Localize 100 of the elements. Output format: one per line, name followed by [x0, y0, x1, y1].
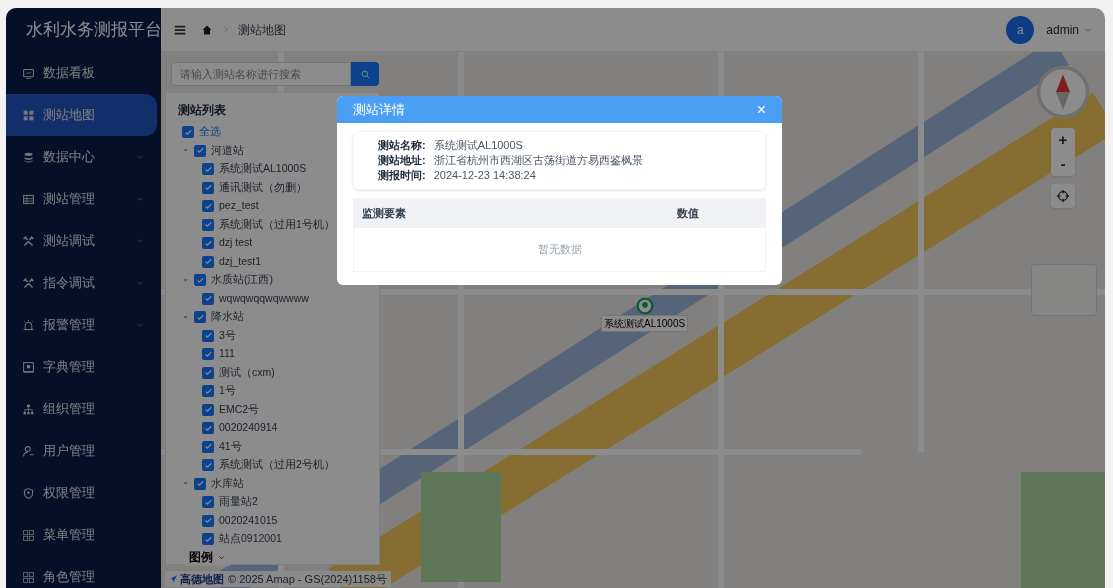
- database-icon: [22, 150, 35, 164]
- shield-icon: [22, 486, 35, 500]
- grid-icon: [22, 570, 35, 584]
- checkbox[interactable]: [202, 459, 214, 472]
- tree-item[interactable]: dzj test: [219, 235, 253, 252]
- sidebar-item[interactable]: 测站地图: [6, 94, 157, 136]
- book-icon: [22, 360, 35, 374]
- field-label: 测报时间:: [378, 168, 426, 183]
- user-avatar: a: [1006, 15, 1035, 44]
- checkbox[interactable]: [202, 292, 214, 305]
- tools-icon: [22, 234, 35, 248]
- tree-item[interactable]: 111: [219, 346, 235, 363]
- zoom-out-button[interactable]: -: [1051, 152, 1075, 176]
- map-marker-icon: [635, 297, 654, 315]
- tree-item[interactable]: 水质站(江西): [211, 272, 273, 289]
- arrow-icon: [169, 574, 178, 584]
- checkbox[interactable]: [202, 200, 214, 213]
- sidebar-item[interactable]: 菜单管理: [6, 514, 161, 556]
- tree-item[interactable]: 河道站: [211, 142, 244, 159]
- compass-icon: [1035, 64, 1091, 120]
- zoom-in-button[interactable]: +: [1051, 128, 1075, 152]
- field-label: 测站地址:: [378, 153, 426, 168]
- tree-item[interactable]: 全选: [199, 124, 221, 141]
- monitor-icon: [22, 66, 35, 80]
- checkbox[interactable]: [202, 237, 214, 250]
- locate-icon: [1056, 189, 1070, 203]
- checkbox[interactable]: [202, 218, 214, 231]
- legend-button[interactable]: 图例: [185, 548, 230, 566]
- grid-icon: [22, 528, 35, 542]
- tree-item[interactable]: 41号: [219, 438, 242, 455]
- panel-title: 测站列表: [178, 102, 226, 119]
- tree-item[interactable]: 1号: [219, 383, 236, 400]
- tree-item[interactable]: 0020241015: [219, 512, 278, 529]
- sidebar-item[interactable]: 权限管理: [6, 472, 161, 514]
- column-header: 数值: [677, 206, 700, 222]
- checkbox[interactable]: [202, 403, 214, 416]
- marker-label: 系统测试AL1000S: [601, 315, 689, 332]
- tree-item[interactable]: 0020240914: [219, 420, 278, 437]
- map-logo: 高德地图: [169, 570, 224, 587]
- org-chart-icon: [22, 402, 35, 416]
- sidebar-item[interactable]: 角色管理: [6, 556, 161, 588]
- tree-item[interactable]: 水库站: [211, 475, 244, 492]
- tree-item[interactable]: wqwqwqqwqwwww: [219, 290, 309, 307]
- checkbox[interactable]: [202, 366, 214, 379]
- tree-item[interactable]: 系统测试（过用1号机）: [219, 216, 335, 233]
- tree-item[interactable]: 系统测试AL1000S: [219, 161, 307, 178]
- checkbox[interactable]: [202, 422, 214, 435]
- field-value: 系统测试AL1000S: [433, 138, 523, 153]
- checkbox[interactable]: [182, 126, 194, 139]
- sidebar-item[interactable]: 用户管理: [6, 430, 161, 472]
- checkbox[interactable]: [194, 477, 206, 490]
- tree-item[interactable]: EMC2号: [219, 401, 260, 418]
- sidebar-item[interactable]: 数据中心: [6, 136, 161, 178]
- tree-item[interactable]: 系统测试（过用2号机）: [219, 457, 335, 474]
- tree-item[interactable]: 雨量站2: [219, 494, 258, 511]
- sidebar-item[interactable]: 组织管理: [6, 388, 161, 430]
- home-icon: [201, 23, 213, 36]
- tree-item[interactable]: 测试（cxm): [219, 364, 275, 381]
- search-icon: [359, 68, 371, 80]
- checkbox[interactable]: [202, 514, 214, 527]
- sidebar-item[interactable]: 测站管理: [6, 178, 161, 220]
- checkbox[interactable]: [194, 274, 206, 287]
- map-attribution: © 2025 Amap - GS(2024)1158号: [228, 571, 387, 587]
- checkbox[interactable]: [202, 329, 214, 342]
- checkbox[interactable]: [194, 311, 206, 324]
- tree-item[interactable]: 降水站: [211, 309, 244, 326]
- checkbox[interactable]: [202, 440, 214, 453]
- checkbox[interactable]: [194, 144, 206, 157]
- checkbox[interactable]: [202, 181, 214, 194]
- field-value: 浙江省杭州市西湖区古荡街道方易西鉴枫景: [433, 153, 643, 168]
- sidebar-item[interactable]: 数据看板: [6, 52, 161, 94]
- sidebar-item[interactable]: 字典管理: [6, 346, 161, 388]
- field-label: 测站名称:: [378, 138, 426, 153]
- sidebar-item[interactable]: 指令调试: [6, 262, 161, 304]
- empty-text: 暂无数据: [537, 242, 582, 258]
- close-button[interactable]: ×: [756, 97, 766, 122]
- tree-item[interactable]: 通讯测试（勿删）: [219, 179, 307, 196]
- checkbox[interactable]: [202, 255, 214, 268]
- alarm-icon: [22, 318, 35, 332]
- search-button[interactable]: [351, 62, 379, 86]
- tree-item[interactable]: 3号: [219, 327, 236, 344]
- breadcrumb-link[interactable]: 测站地图: [238, 20, 286, 39]
- locate-button[interactable]: [1051, 184, 1075, 208]
- field-value: 2024-12-23 14:38:24: [433, 168, 536, 183]
- checkbox[interactable]: [202, 163, 214, 176]
- sidebar-item[interactable]: 测站调试: [6, 220, 161, 262]
- checkbox[interactable]: [202, 348, 214, 361]
- sidebar-item[interactable]: 报警管理: [6, 304, 161, 346]
- grid-icon: [22, 108, 35, 122]
- tree-item[interactable]: 站点0912001: [219, 531, 282, 548]
- chevron-right-icon: [221, 25, 230, 34]
- checkbox[interactable]: [202, 496, 214, 509]
- dialog-title: 测站详情: [353, 100, 405, 119]
- tree-item[interactable]: pez_test: [219, 198, 259, 215]
- user-name[interactable]: admin: [1046, 20, 1079, 39]
- checkbox[interactable]: [202, 385, 214, 398]
- tools-icon: [22, 276, 35, 290]
- checkbox[interactable]: [202, 533, 214, 546]
- tree-item[interactable]: dzj_test1: [219, 253, 262, 270]
- user-icon: [22, 444, 35, 458]
